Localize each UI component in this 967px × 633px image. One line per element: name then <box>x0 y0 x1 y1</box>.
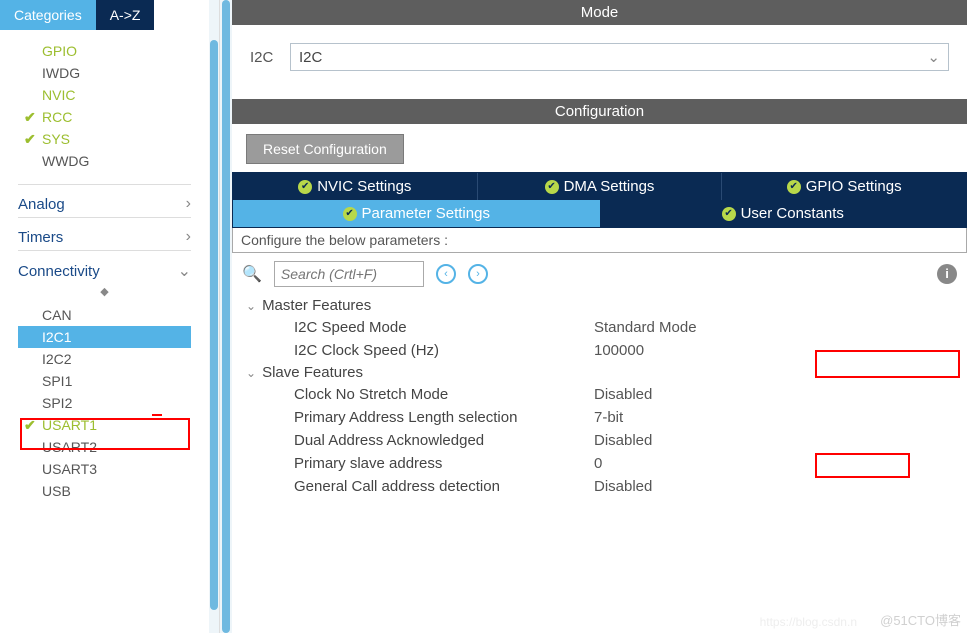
param-name: I2C Speed Mode <box>294 319 594 336</box>
search-input[interactable] <box>274 261 424 287</box>
mode-field-label: I2C <box>250 49 290 66</box>
sidebar-item-usart3[interactable]: USART3 <box>18 458 191 480</box>
sidebar-item-can[interactable]: CAN <box>18 304 191 326</box>
param-name: Clock No Stretch Mode <box>294 386 594 403</box>
param-value: Disabled <box>594 386 652 403</box>
param-value: Standard Mode <box>594 319 697 336</box>
sidebar-scrollbar[interactable] <box>209 0 219 633</box>
chevron-right-icon: › <box>186 228 191 246</box>
check-icon: ✔ <box>787 180 801 194</box>
tab-gpio-settings[interactable]: ✔GPIO Settings <box>722 173 966 200</box>
param-value: Disabled <box>594 432 652 449</box>
info-icon[interactable]: i <box>937 264 957 284</box>
param-name: Dual Address Acknowledged <box>294 432 594 449</box>
tab-user-constants[interactable]: ✔User Constants <box>600 200 967 227</box>
sidebar-item-sys[interactable]: ✔SYS <box>0 128 209 150</box>
caret-down-icon: ⌄ <box>246 299 256 313</box>
sidebar-item-nvic[interactable]: NVIC <box>0 84 209 106</box>
sidebar-item-spi2[interactable]: SPI2 <box>18 392 191 414</box>
group-analog[interactable]: Analog › <box>0 185 209 215</box>
annotation-mark <box>152 414 162 416</box>
chevron-down-icon: ⌄ <box>178 261 191 281</box>
config-tabs: ✔NVIC Settings ✔DMA Settings ✔GPIO Setti… <box>232 172 967 228</box>
chevron-down-icon: ⌄ <box>927 48 940 66</box>
param-row[interactable]: I2C Clock Speed (Hz)100000 <box>246 339 953 362</box>
sidebar-item-usart2[interactable]: USART2 <box>18 436 191 458</box>
group-master-features[interactable]: ⌄Master Features <box>246 295 953 316</box>
parameter-list: ⌄Master Features I2C Speed ModeStandard … <box>232 295 967 508</box>
caret-down-icon: ⌄ <box>246 366 256 380</box>
sidebar: Categories A->Z GPIOIWDGNVIC✔RCC✔SYSWWDG… <box>0 0 220 633</box>
param-row[interactable]: Clock No Stretch ModeDisabled <box>246 383 953 406</box>
param-name: Primary slave address <box>294 455 594 472</box>
sort-icon[interactable]: ◆ <box>0 283 209 300</box>
param-toolbar: 🔍 ‹ › i <box>232 253 967 295</box>
tab-parameter-settings[interactable]: ✔Parameter Settings <box>233 200 600 227</box>
param-row[interactable]: Primary Address Length selection7-bit <box>246 406 953 429</box>
mode-select-value: I2C <box>299 49 322 66</box>
sidebar-item-iwdg[interactable]: IWDG <box>0 62 209 84</box>
check-icon: ✔ <box>298 180 312 194</box>
chevron-right-icon: › <box>186 195 191 213</box>
configure-hint: Configure the below parameters : <box>232 228 967 253</box>
watermark: @51CTO博客 <box>880 610 961 629</box>
system-core-list: GPIOIWDGNVIC✔RCC✔SYSWWDG <box>0 30 209 172</box>
watermark: https://blog.csdn.n <box>760 615 857 629</box>
group-label: Timers <box>18 229 63 246</box>
sidebar-item-i2c1[interactable]: I2C1 <box>18 326 191 348</box>
next-button[interactable]: › <box>468 264 488 284</box>
check-icon: ✔ <box>24 417 36 434</box>
check-icon: ✔ <box>24 131 36 148</box>
group-label: Connectivity <box>18 263 100 280</box>
check-icon: ✔ <box>343 207 357 221</box>
main-scrollbar[interactable] <box>220 0 232 633</box>
param-name: General Call address detection <box>294 478 594 495</box>
tab-nvic-settings[interactable]: ✔NVIC Settings <box>233 173 478 200</box>
group-slave-features[interactable]: ⌄Slave Features <box>246 362 953 383</box>
sidebar-item-i2c2[interactable]: I2C2 <box>18 348 191 370</box>
param-row[interactable]: General Call address detectionDisabled <box>246 475 953 498</box>
search-icon: 🔍 <box>242 264 262 284</box>
sidebar-item-usart1[interactable]: ✔USART1 <box>18 414 191 436</box>
param-row[interactable]: Dual Address AcknowledgedDisabled <box>246 429 953 452</box>
sidebar-tabs: Categories A->Z <box>0 0 209 30</box>
connectivity-list: CANI2C1I2C2SPI1SPI2✔USART1USART2USART3US… <box>18 304 191 502</box>
param-row[interactable]: I2C Speed ModeStandard Mode <box>246 316 953 339</box>
group-label: Analog <box>18 196 65 213</box>
check-icon: ✔ <box>545 180 559 194</box>
param-value: Disabled <box>594 478 652 495</box>
param-value: 7-bit <box>594 409 623 426</box>
sidebar-item-wwdg[interactable]: WWDG <box>0 150 209 172</box>
tab-a-to-z[interactable]: A->Z <box>96 0 155 30</box>
main-panel: Mode I2C I2C ⌄ Configuration Reset Confi… <box>220 0 967 633</box>
group-timers[interactable]: Timers › <box>0 218 209 248</box>
tab-categories[interactable]: Categories <box>0 0 96 30</box>
prev-button[interactable]: ‹ <box>436 264 456 284</box>
sidebar-item-spi1[interactable]: SPI1 <box>18 370 191 392</box>
group-connectivity[interactable]: Connectivity ⌄ <box>0 251 209 283</box>
param-value: 0 <box>594 455 602 472</box>
param-value: 100000 <box>594 342 644 359</box>
param-name: I2C Clock Speed (Hz) <box>294 342 594 359</box>
check-icon: ✔ <box>24 109 36 126</box>
mode-select[interactable]: I2C ⌄ <box>290 43 949 71</box>
check-icon: ✔ <box>722 207 736 221</box>
reset-configuration-button[interactable]: Reset Configuration <box>246 134 404 164</box>
sidebar-item-rcc[interactable]: ✔RCC <box>0 106 209 128</box>
sidebar-item-usb[interactable]: USB <box>18 480 191 502</box>
sidebar-item-gpio[interactable]: GPIO <box>0 40 209 62</box>
param-row[interactable]: Primary slave address0 <box>246 452 953 475</box>
tab-dma-settings[interactable]: ✔DMA Settings <box>478 173 723 200</box>
configuration-header: Configuration <box>232 99 967 124</box>
param-name: Primary Address Length selection <box>294 409 594 426</box>
mode-header: Mode <box>232 0 967 25</box>
